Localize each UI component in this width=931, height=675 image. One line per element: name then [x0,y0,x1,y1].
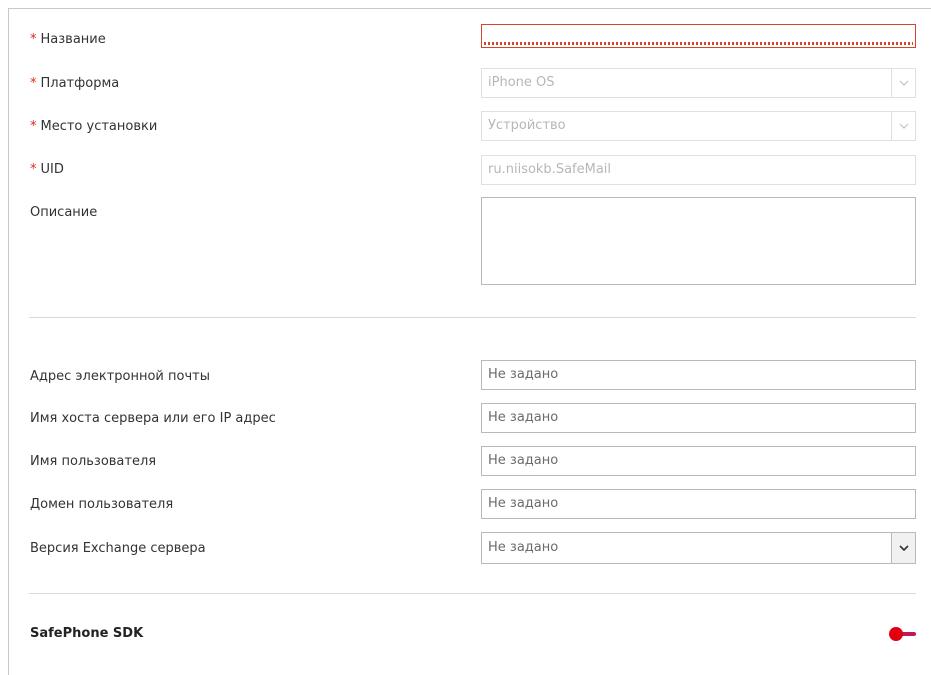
email-input[interactable]: Не задано [481,360,916,390]
name-label: * Название [30,32,106,48]
exchange-version-label: Версия Exchange сервера [30,541,206,556]
panel-left-border [8,8,9,675]
required-mark: * [30,32,37,47]
username-label: Имя пользователя [30,454,157,469]
required-mark: * [30,119,37,134]
install-location-label: * Место установки [30,119,157,135]
platform-select[interactable]: iPhone OS [481,68,916,98]
install-location-value: Устройство [488,118,566,133]
chevron-down-icon[interactable] [891,112,915,140]
install-location-select[interactable]: Устройство [481,111,916,141]
chevron-down-icon[interactable] [891,69,915,97]
exchange-version-select[interactable]: Не задано [481,532,916,564]
server-host-label: Имя хоста сервера или его IP адрес [30,411,276,426]
server-host-input[interactable]: Не задано [481,403,916,433]
platform-label: * Платформа [30,76,119,92]
user-domain-label: Домен пользователя [30,497,174,512]
user-domain-input[interactable]: Не задано [481,489,916,519]
sdk-toggle-switch[interactable] [888,626,918,642]
platform-label-text: Платформа [40,76,120,91]
required-mark: * [30,162,37,177]
name-input[interactable] [481,24,916,48]
description-textarea[interactable] [481,197,916,285]
toggle-switch-icon [889,627,916,641]
section-divider [29,593,916,594]
uid-label: * UID [30,162,64,178]
install-location-label-text: Место установки [40,119,158,134]
exchange-version-value: Не задано [488,540,559,555]
section-divider [29,317,916,318]
name-label-text: Название [40,32,106,47]
platform-select-value: iPhone OS [488,75,555,90]
email-label: Адрес электронной почты [30,369,210,384]
description-label: Описание [30,205,98,220]
panel-top-border [8,8,931,9]
uid-label-text: UID [40,162,64,177]
required-mark: * [30,76,37,91]
uid-input[interactable]: ru.niisokb.SafeMail [481,155,916,185]
chevron-down-icon[interactable] [891,533,915,563]
sdk-section-title: SafePhone SDK [30,626,144,641]
username-input[interactable]: Не задано [481,446,916,476]
